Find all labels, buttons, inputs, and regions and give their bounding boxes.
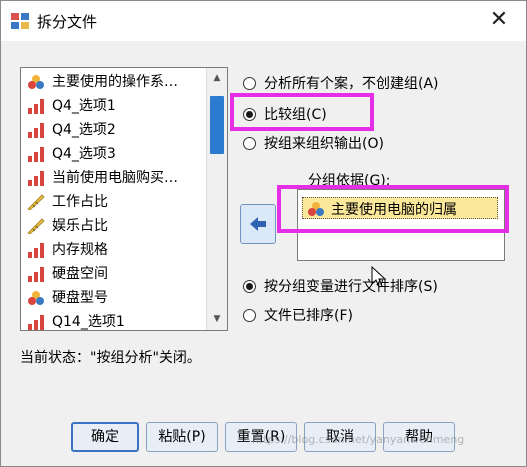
window-title: 拆分文件 — [37, 13, 98, 31]
ordinal-icon — [28, 243, 44, 258]
radio-button[interactable] — [243, 309, 256, 322]
close-button[interactable]: ✕ — [486, 7, 512, 33]
status-text: 当前状态："按组分析"关闭。 — [20, 350, 201, 366]
list-item[interactable]: 硬盘型号 — [25, 286, 205, 310]
radio-button[interactable] — [243, 137, 256, 150]
ok-button[interactable]: 确定 — [71, 422, 139, 452]
list-item[interactable]: 娱乐占比 — [25, 214, 205, 238]
list-item[interactable]: 工作占比 — [25, 190, 205, 214]
scale-icon — [27, 194, 45, 210]
scroll-thumb[interactable] — [210, 96, 224, 154]
scale-icon — [27, 218, 45, 234]
scroll-down-icon[interactable]: ▼ — [210, 312, 224, 326]
list-item[interactable]: 主要使用的操作系… — [25, 70, 205, 94]
list-item[interactable]: Q4_选项1 — [25, 94, 205, 118]
list-item[interactable]: 当前使用电脑购买… — [25, 166, 205, 190]
ordinal-icon — [28, 315, 44, 330]
radio-button[interactable] — [243, 77, 256, 90]
ordinal-icon — [28, 147, 44, 162]
list-item[interactable]: Q4_选项3 — [25, 142, 205, 166]
move-variable-button[interactable] — [240, 204, 276, 244]
variable-list-scrollbar[interactable]: ▲ ▼ — [206, 68, 227, 330]
list-item[interactable]: 硬盘空间 — [25, 262, 205, 286]
nominal-icon — [28, 291, 44, 305]
variable-list[interactable]: 主要使用的操作系… Q4_选项1 Q4_选项2 Q4_选项3 当前使用电脑购买…… — [20, 67, 228, 331]
ordinal-icon — [28, 99, 44, 114]
title-bar: 拆分文件 ✕ — [1, 1, 526, 41]
list-item[interactable]: Q14_选项1 — [25, 310, 205, 330]
watermark: https://blog.csdn.net/yanyanwenmeng — [252, 433, 465, 446]
list-item[interactable]: Q4_选项2 — [25, 118, 205, 142]
ordinal-icon — [28, 267, 44, 282]
nominal-icon — [28, 75, 44, 89]
paste-button[interactable]: 粘贴(P) — [146, 422, 218, 452]
arrow-left-icon — [250, 217, 266, 231]
ordinal-icon — [28, 171, 44, 186]
list-item[interactable]: 内存规格 — [25, 238, 205, 262]
radio-button[interactable] — [243, 280, 256, 293]
highlight-box — [277, 185, 509, 233]
highlight-box — [230, 93, 374, 131]
scroll-up-icon[interactable]: ▲ — [210, 71, 224, 85]
split-file-icon — [11, 13, 29, 29]
ordinal-icon — [28, 123, 44, 138]
close-icon: ✕ — [489, 7, 509, 32]
split-file-dialog: 拆分文件 ✕ 主要使用的操作系… Q4_选项1 Q4_选项2 Q4_选项3 当前… — [0, 0, 527, 467]
